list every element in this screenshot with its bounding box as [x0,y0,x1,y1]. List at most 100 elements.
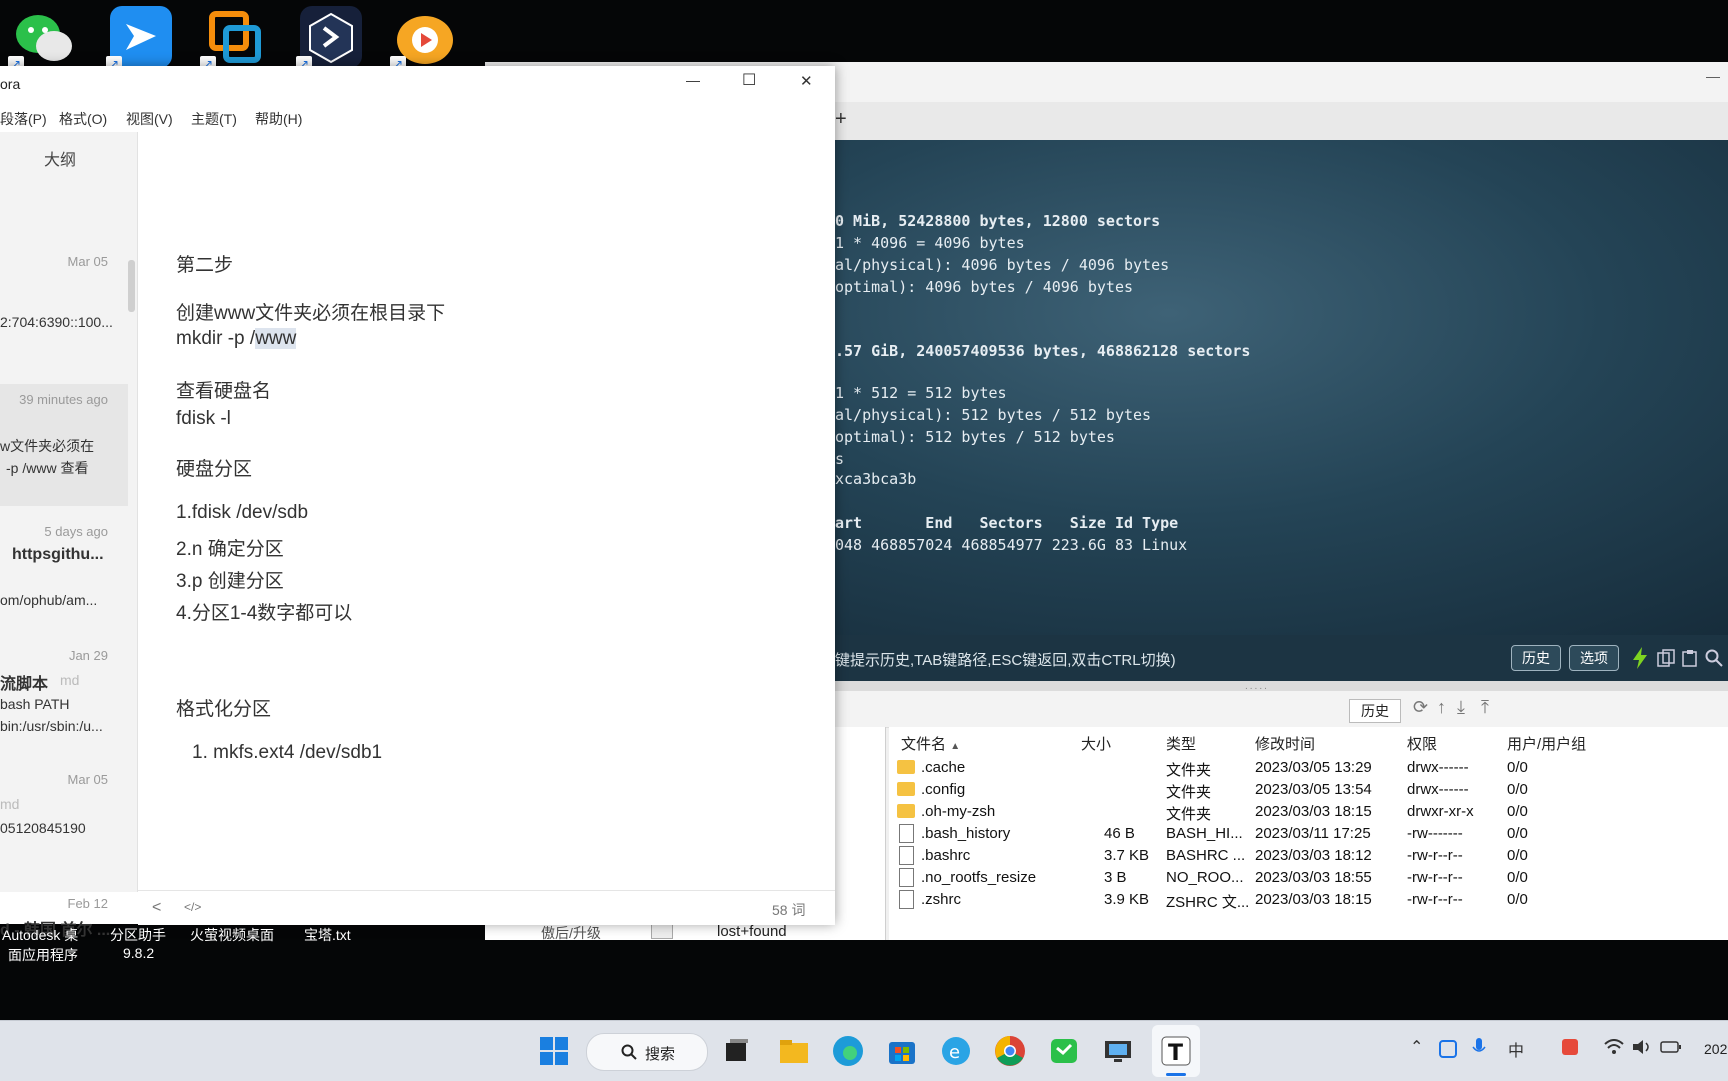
column-header-type[interactable]: 类型 [1166,733,1196,754]
file-list[interactable]: 文件名 ▲ 大小 类型 修改时间 权限 用户/用户组 .cache 文件夹 2023… [889,727,1728,940]
microphone-icon[interactable] [1472,1037,1486,1059]
file-extension: md [60,672,80,688]
chrome-icon[interactable] [992,1033,1028,1069]
tree-item[interactable]: 傲后/升级 [541,923,601,943]
ie-browser-icon[interactable]: e [938,1033,974,1069]
file-excerpt: om/ophub/am... [0,592,98,608]
table-row[interactable]: .no_rootfs_resize 3 B NO_ROO... 2023/03/03 … [889,867,1689,889]
word-count[interactable]: 58 词 [772,900,805,920]
desktop-label[interactable]: 宝塔.txt [304,925,351,945]
file-excerpt: 2:704:6390::100... [0,314,113,330]
task-view-icon[interactable] [718,1033,754,1069]
column-header-name[interactable]: 文件名 ▲ [901,733,960,754]
desktop-label[interactable]: Autodesk 桌 [2,925,78,945]
file-sidebar[interactable]: 大纲 Mar 05 2:704:6390::100... 39 minutes … [0,132,138,939]
remote-desktop-icon[interactable] [1100,1033,1136,1069]
typora-window[interactable]: ora — ☐ ✕ 段落(P) 格式(O) 视图(V) 主题(T) 帮助(H) … [0,66,835,939]
volume-icon[interactable] [1632,1039,1652,1055]
column-header-size[interactable]: 大小 [1081,733,1111,754]
menu-bar: 段落(P) 格式(O) 视图(V) 主题(T) 帮助(H) [0,102,835,132]
parent-dir-icon[interactable]: ↑ [1437,697,1446,718]
add-tab-button[interactable]: + [835,108,847,131]
wechat-taskbar-icon[interactable] [1046,1033,1082,1069]
tray-app-icon[interactable] [1438,1039,1458,1059]
terminal-line: 0 MiB, 52428800 bytes, 12800 sectors [835,212,1161,230]
search-label: 搜索 [645,1046,676,1063]
outline-tab[interactable]: 大纲 [44,146,76,170]
chevron-up-icon[interactable]: ⌃ [1410,1037,1423,1057]
git-client-icon[interactable]: ↗ [296,6,362,72]
menu-help[interactable]: 帮助(H) [255,109,302,129]
edge-icon[interactable] [830,1033,866,1069]
wechat-icon[interactable]: ↗ [8,6,74,72]
antivirus-icon[interactable] [1560,1037,1580,1057]
table-row[interactable]: .config 文件夹 2023/03/05 13:54 drwx------ 0/0 [889,779,1689,801]
table-row[interactable]: .cache 文件夹 2023/03/05 13:29 drwx------ 0/0 [889,757,1689,779]
menu-paragraph[interactable]: 段落(P) [0,109,47,129]
file-type: BASHRC ... [1166,847,1246,864]
vmware-icon[interactable]: ↗ [200,6,266,72]
sidebar-scrollbar[interactable] [128,260,135,312]
minimize-button[interactable]: — [686,72,700,88]
source-mode-button[interactable]: </> [184,900,201,914]
file-name: .bash_history [921,825,1011,842]
refresh-icon[interactable]: ⟳ [1413,697,1428,718]
maximize-button[interactable]: ☐ [742,70,756,90]
file-name: .zshrc [921,891,962,908]
file-card[interactable]: Mar 05 2:704:6390::100... [0,246,128,350]
table-row[interactable]: .zshrc 3.9 KB ZSHRC 文... 2023/03/03 18:15 -r… [889,889,1689,911]
file-card[interactable]: Mar 05 md 05120845190 [0,764,128,864]
menu-view[interactable]: 视图(V) [126,109,173,129]
desktop-label[interactable]: 火萤视频桌面 [190,925,274,945]
list-item: 1.fdisk /dev/sdb [176,502,309,523]
feishu-icon[interactable]: ↗ [106,6,172,72]
file-explorer-icon[interactable] [776,1033,812,1069]
file-mtime: 2023/03/03 18:15 [1255,891,1372,908]
file-mtime: 2023/03/03 18:15 [1255,803,1372,820]
typora-icon[interactable]: T [1158,1033,1194,1069]
lightning-icon[interactable] [1633,647,1647,669]
start-icon[interactable] [536,1033,572,1069]
desktop-label[interactable]: 9.8.2 [123,945,154,961]
back-button[interactable]: < [152,899,161,917]
terminal-line: 1 * 512 = 512 bytes [835,384,1007,402]
file-size: 46 B [1104,825,1135,842]
search-box[interactable]: 搜索 [586,1033,708,1071]
column-header-mtime[interactable]: 修改时间 [1255,733,1315,754]
file-permissions: -rw-r--r-- [1407,869,1463,886]
table-row[interactable]: .bashrc 3.7 KB BASHRC ... 2023/03/03 18:12 -… [889,845,1689,867]
options-button[interactable]: 选项 [1569,645,1619,671]
menu-format[interactable]: 格式(O) [59,109,107,129]
close-button[interactable]: ✕ [800,72,813,90]
tree-item[interactable]: lost+found [717,923,787,940]
upload-icon[interactable]: ⤒ [1481,697,1489,718]
history-button[interactable]: 历史 [1511,645,1561,671]
desktop-label[interactable]: 面应用程序 [8,945,78,965]
wifi-icon[interactable] [1604,1039,1624,1055]
battery-icon[interactable] [1660,1039,1682,1055]
search-icon[interactable] [1705,649,1723,667]
copy-icon[interactable] [1657,649,1675,667]
paste-icon[interactable] [1681,649,1699,667]
table-row[interactable]: .oh-my-zsh 文件夹 2023/03/03 18:15 drwxr-xr-x 0… [889,801,1689,823]
file-card[interactable]: 5 days ago httpsgithu... om/ophub/am... [0,516,128,628]
store-icon[interactable] [884,1033,920,1069]
video-app-icon[interactable]: ↗ [390,6,456,72]
terminal-line: .57 GiB, 240057409536 bytes, 468862128 s… [835,342,1251,360]
taskbar: 搜索 e T ⌃ 中 202 [0,1020,1728,1081]
clock[interactable]: 202 [1704,1041,1727,1057]
menu-theme[interactable]: 主题(T) [191,109,237,129]
list-item: 3.p 创建分区 [176,571,284,592]
table-row[interactable]: .bash_history 46 B BASH_HI... 2023/03/11 17… [889,823,1689,845]
download-icon[interactable]: ⤓ [1457,697,1465,718]
file-card[interactable]: Jan 29 流脚本 md bash PATH bin:/usr/sbin:/u… [0,640,128,752]
column-header-owner[interactable]: 用户/用户组 [1507,733,1586,754]
desktop-label[interactable]: 分区助手 [110,925,166,945]
fm-history-button[interactable]: 历史 [1349,699,1401,723]
column-header-permissions[interactable]: 权限 [1407,733,1437,754]
markdown-editor[interactable]: 第二步 创建www文件夹必须在根目录下 mkdir -p /www 查看硬盘名 … [138,132,835,892]
minimize-icon[interactable]: — [1706,68,1720,84]
file-card-active[interactable]: 39 minutes ago w文件夹必须在 -p /www 查看 [0,384,128,506]
ime-icon[interactable]: 中 [1508,1037,1524,1061]
paragraph: 硬盘分区 [176,459,253,480]
